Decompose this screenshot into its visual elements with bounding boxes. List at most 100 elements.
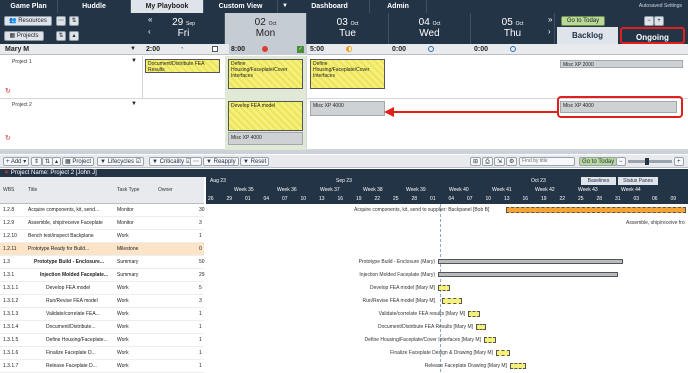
expand-button[interactable]: ⇕ <box>31 157 43 166</box>
zoom-slider-thumb[interactable] <box>645 158 649 165</box>
tab-custom-view[interactable]: Custom View <box>204 0 278 13</box>
gantt-bar[interactable] <box>496 350 510 356</box>
gantt-bar[interactable] <box>484 337 496 343</box>
zoom-out-button[interactable]: − <box>644 16 654 26</box>
week-label: Week 44 <box>621 187 641 193</box>
collapse-button[interactable]: ▴ <box>69 31 79 41</box>
criticality-filter-button[interactable]: ▼ Criticality ☑ <box>149 157 194 166</box>
refresh-icon[interactable]: ↻ <box>5 134 11 142</box>
table-row[interactable]: 1.2.10 Bench test/inspect Backplane Work 1 <box>0 230 204 243</box>
day-row: 26 29 01 04 07 10 13 16 19 22 25 28 01 04 07 10 13 16 19 22… <box>206 196 688 204</box>
close-icon[interactable]: ✕ <box>4 170 9 176</box>
day-label: 22 <box>559 196 566 202</box>
cell-type: Work <box>117 350 129 356</box>
tab-huddle[interactable]: Huddle <box>58 0 131 13</box>
print-icon[interactable]: ⎙ <box>482 157 493 166</box>
table-row[interactable]: 1.3.1.1 Develop FEA model Work 5 <box>0 282 204 295</box>
task-card[interactable]: Define Housing/Faceplate/Cover Interface… <box>310 59 385 89</box>
task-card[interactable]: Define Housing/Faceplate/Cover Interface… <box>228 59 303 89</box>
col-owner[interactable]: Owner <box>158 187 173 193</box>
projects-button[interactable]: ▦ Projects <box>4 31 44 41</box>
chevron-down-icon[interactable]: ▼ <box>282 3 288 9</box>
day-number: 29 <box>172 17 184 28</box>
day-fri[interactable]: 29 Sep Fri <box>143 13 225 44</box>
project-filter-button[interactable]: ▦ Project <box>62 157 95 166</box>
gantt-bar[interactable] <box>438 259 623 264</box>
caret-down-icon[interactable]: ▼ <box>130 46 136 52</box>
checked-icon[interactable]: ✓ <box>297 46 304 53</box>
cell-num: 1 <box>199 350 202 356</box>
table-row[interactable]: 1.3.1.4 Document/Distribute... Work 1 <box>0 321 204 334</box>
more-button[interactable]: ⋯ <box>56 16 66 26</box>
reset-button[interactable]: ▼ Reset <box>240 157 270 166</box>
tab-dashboard[interactable]: Dashboard <box>290 0 370 13</box>
sort-projects-button[interactable]: ⇅ <box>56 31 66 41</box>
table-row[interactable]: 1.3.1.6 Finalize Faceplate D... Work 1 <box>0 347 204 360</box>
day-label: 06 <box>652 196 658 202</box>
search-input[interactable] <box>519 157 575 166</box>
tab-admin[interactable]: Admin <box>370 0 427 13</box>
gantt-bar[interactable] <box>438 285 450 291</box>
resources-button[interactable]: 👥 Resources <box>4 16 52 26</box>
day-thu[interactable]: 05 Oct Thu <box>471 13 555 44</box>
caret-down-icon[interactable]: ▼ <box>131 58 137 64</box>
tab-backlog[interactable]: Backlog <box>557 27 618 44</box>
settings-icon[interactable]: ⚙ <box>506 157 518 166</box>
table-row[interactable]: 1.3.1 Injection Molded Faceplate... Summar… <box>0 269 205 282</box>
table-row[interactable]: 1.2.8 Acquire components, kit, send... Mon… <box>0 204 205 217</box>
status-panes-button[interactable]: Status Panes <box>618 177 658 185</box>
checkbox[interactable] <box>212 46 218 52</box>
backlog-card[interactable]: Misc XP 2000 <box>560 60 683 68</box>
gantt-bar[interactable] <box>506 207 686 213</box>
table-row[interactable]: 1.3.1.3 Validate/correlate FEA... Work 1 <box>0 308 204 321</box>
splitter-handle[interactable] <box>0 150 688 154</box>
col-wbs[interactable]: WBS <box>3 187 14 193</box>
col-title[interactable]: Title <box>28 187 37 193</box>
gantt-bar[interactable] <box>476 324 486 330</box>
day-wed[interactable]: 04 Oct Wed <box>389 13 471 44</box>
zoom-slider[interactable] <box>628 160 672 163</box>
gantt-bar[interactable] <box>468 311 480 317</box>
more-button[interactable]: ⋯ <box>190 157 202 166</box>
task-card[interactable]: Develop FEA model <box>228 101 303 131</box>
table-row[interactable]: 1.3.1.2 Run/Revise FEA model Work 3 <box>0 295 204 308</box>
day-label: 28 <box>411 196 418 202</box>
table-row[interactable]: 1.2.11 Prototype Ready for Build... Milest… <box>0 243 204 256</box>
task-card[interactable]: Document/Distribute FEA Results <box>145 59 220 73</box>
refresh-icon[interactable]: ↻ <box>5 87 11 95</box>
caret-down-icon[interactable]: ▼ <box>131 101 137 107</box>
collapse-button[interactable]: ▴ <box>52 157 62 166</box>
cell-type: Work <box>117 298 129 304</box>
table-row[interactable]: 1.3.1.7 Release Faceplate D... Work 1 <box>0 360 204 373</box>
col-task-type[interactable]: Task Type <box>117 187 139 193</box>
zoom-in-button[interactable]: + <box>654 16 664 26</box>
tab-ongoing[interactable]: Ongoing <box>620 27 685 44</box>
gantt-bar[interactable] <box>438 272 618 277</box>
cell-num: 29 <box>199 272 205 278</box>
columns-icon[interactable]: ⊞ <box>470 157 482 166</box>
gantt-bar[interactable] <box>510 363 526 369</box>
day-mon[interactable]: 02 Oct Mon <box>225 13 307 44</box>
day-tue[interactable]: 03 Oct Tue <box>307 13 389 44</box>
baselines-button[interactable]: Baselines <box>581 177 616 185</box>
table-row[interactable]: 1.3 Prototype Build - Enclosure... Summary… <box>0 256 205 269</box>
gantt-go-to-today-button[interactable]: Go to Today <box>579 157 618 166</box>
reapply-button[interactable]: ▼ Reapply <box>203 157 239 166</box>
export-icon[interactable]: ⇲ <box>494 157 506 166</box>
table-row[interactable]: 1.2.9 Assemble, ship/receive Faceplate Mon… <box>0 217 204 230</box>
resource-name[interactable]: Mary M <box>5 44 29 55</box>
gantt-header: Aug 23 Sep 23 Oct 23 Baselines Status Pa… <box>206 177 688 204</box>
task-card[interactable]: Misc XP 4000 <box>310 101 385 116</box>
add-button[interactable]: + Add ▾ <box>3 157 30 166</box>
tab-game-plan[interactable]: Game Plan <box>0 0 58 13</box>
tab-my-playbook[interactable]: My Playbook <box>131 0 204 13</box>
task-card[interactable]: Misc XP 4000 <box>228 132 303 145</box>
lifecycles-filter-button[interactable]: ▼ Lifecycles ☑ <box>97 157 144 166</box>
go-to-today-button[interactable]: Go to Today <box>561 16 605 26</box>
sort-button[interactable]: ⇅ <box>69 16 79 26</box>
table-row[interactable]: 1.3.1.5 Define Housing/Faceplate... Work 1 <box>0 334 204 347</box>
cell-num: 50 <box>199 259 205 265</box>
gantt-bar[interactable] <box>442 298 462 304</box>
reset-label: Reset <box>250 159 267 165</box>
cell-title: Develop FEA model <box>46 285 91 291</box>
